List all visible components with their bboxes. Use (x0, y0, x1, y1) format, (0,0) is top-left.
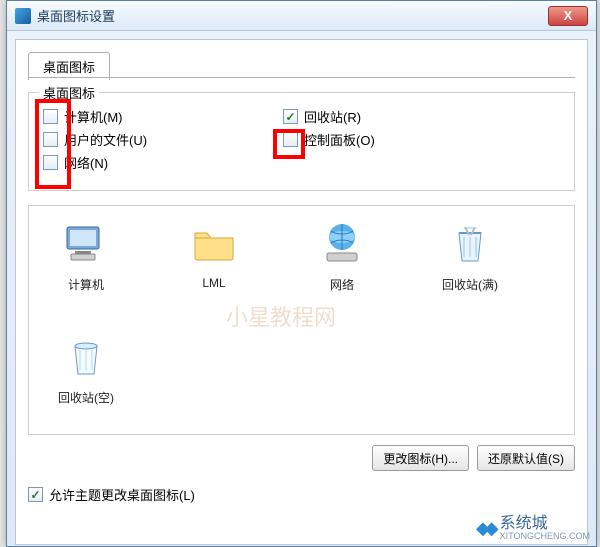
check-recyclebin[interactable]: 回收站(R) (283, 107, 483, 126)
titlebar: 桌面图标设置 X (7, 1, 596, 31)
folder-icon (188, 218, 240, 270)
checkbox-icon (43, 109, 58, 124)
icon-label: LML (169, 276, 259, 290)
check-label: 网络(N) (64, 153, 108, 172)
window-title: 桌面图标设置 (37, 6, 115, 25)
icon-label: 回收站(空) (41, 389, 131, 406)
check-control-panel[interactable]: 控制面板(O) (283, 130, 483, 149)
icon-recycle-full[interactable]: 回收站(满) (425, 218, 515, 293)
dialog-content: 桌面图标 桌面图标 计算机(M) 回收站(R) 用户的文件(U) (15, 39, 588, 545)
check-label: 回收站(R) (304, 107, 361, 126)
checkbox-icon (28, 487, 43, 502)
icon-label: 计算机 (41, 276, 131, 293)
icon-recycle-empty[interactable]: 回收站(空) (41, 331, 131, 406)
check-label: 用户的文件(U) (64, 130, 147, 149)
recycle-full-icon (444, 218, 496, 270)
check-network[interactable]: 网络(N) (43, 153, 243, 172)
checkbox-icon (283, 109, 298, 124)
checkbox-icon (43, 155, 58, 170)
tab-strip: 桌面图标 (28, 48, 575, 78)
diamond-icon (476, 518, 494, 539)
icon-label: 回收站(满) (425, 276, 515, 293)
computer-icon (60, 218, 112, 270)
watermark-url: XITONGCHENG.COM (500, 532, 590, 541)
icon-network[interactable]: 网络 (297, 218, 387, 293)
tab-underline (28, 77, 575, 78)
button-row: 更改图标(H)... 还原默认值(S) (28, 445, 575, 471)
checkbox-icon (43, 132, 58, 147)
check-computer[interactable]: 计算机(M) (43, 107, 243, 126)
restore-default-button[interactable]: 还原默认值(S) (477, 445, 575, 471)
close-button[interactable]: X (548, 6, 588, 26)
desktop-icons-group: 桌面图标 计算机(M) 回收站(R) 用户的文件(U) 控制 (28, 92, 575, 191)
check-label: 控制面板(O) (304, 130, 375, 149)
check-label: 计算机(M) (64, 107, 123, 126)
watermark-corner: 系统城 XITONGCHENG.COM (476, 516, 590, 541)
dialog-window: 桌面图标设置 X 桌面图标 桌面图标 计算机(M) 回收站(R) (6, 0, 597, 547)
checkbox-icon (283, 132, 298, 147)
app-icon (15, 8, 31, 24)
group-legend: 桌面图标 (39, 83, 99, 102)
watermark-text: 系统城 (500, 516, 590, 532)
change-icon-button[interactable]: 更改图标(H)... (372, 445, 469, 471)
network-icon (316, 218, 368, 270)
check-user-files[interactable]: 用户的文件(U) (43, 130, 243, 149)
allow-theme-checkbox[interactable]: 允许主题更改桌面图标(L) (28, 485, 575, 504)
icon-preview-panel: 计算机 LML (28, 205, 575, 435)
icon-computer[interactable]: 计算机 (41, 218, 131, 293)
icon-folder[interactable]: LML (169, 218, 259, 293)
check-label: 允许主题更改桌面图标(L) (49, 485, 195, 504)
icon-label: 网络 (297, 276, 387, 293)
recycle-empty-icon (60, 331, 112, 383)
tab-desktop-icons[interactable]: 桌面图标 (28, 52, 110, 80)
